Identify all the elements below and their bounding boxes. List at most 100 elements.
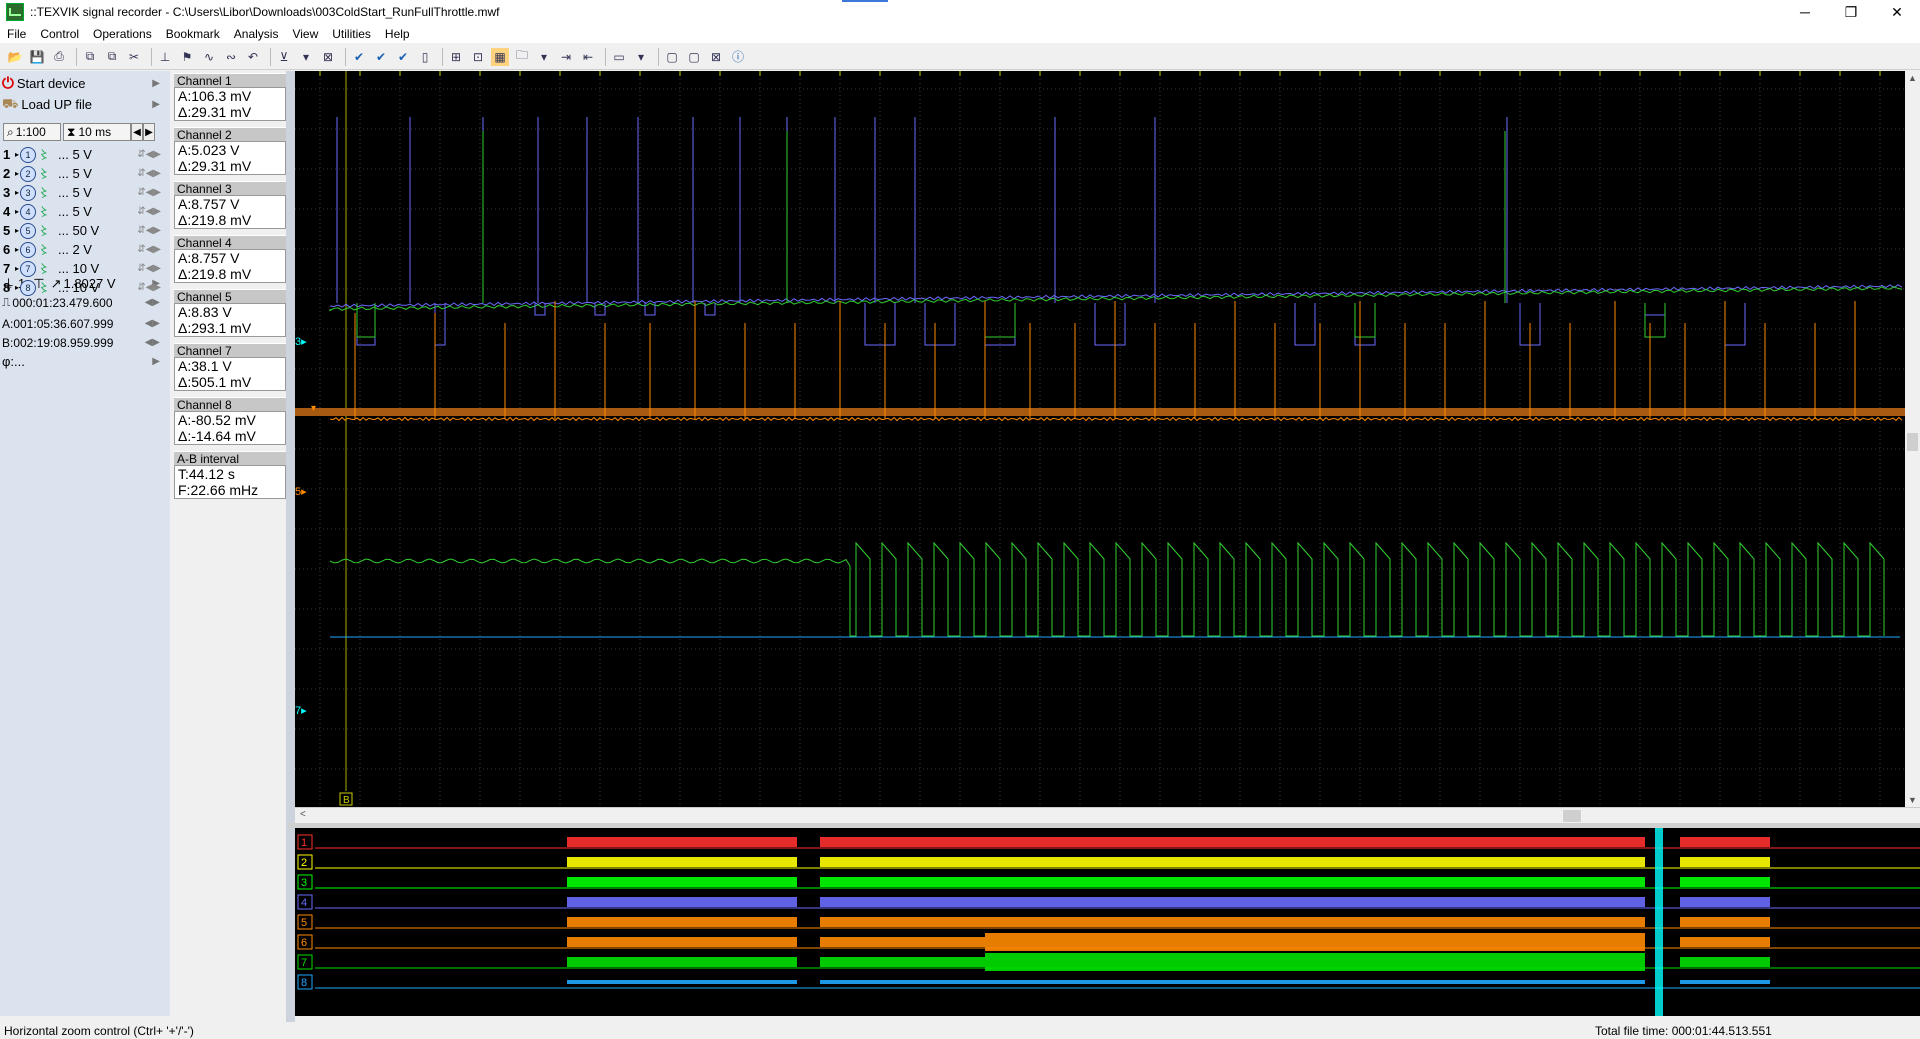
menu-utilities[interactable]: Utilities xyxy=(325,27,378,41)
nav-arrows-icon[interactable]: ⇵◀▶ xyxy=(137,206,161,217)
vertical-scrollbar[interactable]: ▲ ▼ xyxy=(1905,71,1920,807)
channel-row-1[interactable]: 1 ▸ 1 〻... 5 V ⇵◀▶ xyxy=(3,144,167,165)
coupling-icon[interactable]: 〻 xyxy=(38,184,52,201)
channel-row-2[interactable]: 2 ▸ 2 〻... 5 V ⇵◀▶ xyxy=(3,163,167,184)
channel-header[interactable]: Channel 2 xyxy=(174,127,286,142)
scroll-left-icon[interactable]: < xyxy=(300,809,306,820)
start-device-button[interactable]: ⏻ Start device ▶ xyxy=(2,73,166,94)
coupling-icon[interactable]: 〻 xyxy=(38,260,52,277)
panel-splitter[interactable] xyxy=(286,71,295,1022)
channel-enable-icon[interactable]: 3 xyxy=(20,184,37,201)
overview-display[interactable]: 1 2 3 4 5 6 7 8 xyxy=(295,828,1920,1016)
nav-arrows-icon[interactable]: ⇵◀▶ xyxy=(137,149,161,160)
channel-row-6[interactable]: 6 ▸ 6 〻... 2 V ⇵◀▶ xyxy=(3,239,167,260)
marker-icon[interactable]: ⚑ xyxy=(178,48,196,66)
menu-operations[interactable]: Operations xyxy=(86,27,159,41)
cursor-b-row[interactable]: B:002:19:08.959.999 ◀▶ xyxy=(2,332,166,353)
channel-row-4[interactable]: 4 ▸ 4 〻... 5 V ⇵◀▶ xyxy=(3,201,167,222)
zoom-area-icon[interactable]: ⊡ xyxy=(469,48,487,66)
menu-analysis[interactable]: Analysis xyxy=(227,27,286,41)
channel-enable-icon[interactable]: 4 xyxy=(20,203,37,220)
channel-header[interactable]: Channel 5 xyxy=(174,289,286,304)
check-icon[interactable]: ✔ xyxy=(350,48,368,66)
paste-icon[interactable]: ⧉ xyxy=(103,48,121,66)
channel-header[interactable]: Channel 4 xyxy=(174,235,286,250)
channel-row-3[interactable]: 3 ▸ 3 〻... 5 V ⇵◀▶ xyxy=(3,182,167,203)
channel-range[interactable]: ... 50 V xyxy=(58,223,138,238)
display-icon[interactable]: ▭ xyxy=(610,48,628,66)
copy-icon[interactable]: ⧉ xyxy=(81,48,99,66)
coupling-icon[interactable]: 〻 xyxy=(38,222,52,239)
load-up-file-button[interactable]: ⛟ Load UP file ▶ xyxy=(2,94,166,115)
channel-row-5[interactable]: 5 ▸ 5 〻... 50 V ⇵◀▶ xyxy=(3,220,167,241)
delete-icon[interactable]: ⊠ xyxy=(319,48,337,66)
waveform-plot[interactable]: B 3▸ 5▸ 7▸ ▾ xyxy=(295,71,1905,807)
wave-icon[interactable]: ∿ xyxy=(200,48,218,66)
menu-control[interactable]: Control xyxy=(33,27,86,41)
scroll-down-icon[interactable]: ▼ xyxy=(1908,795,1917,805)
dropdown-icon[interactable]: ▾ xyxy=(297,48,315,66)
nav-arrows-icon[interactable]: ⇵◀▶ xyxy=(137,282,161,293)
panel2-icon[interactable]: ▢ xyxy=(685,48,703,66)
minimize-button[interactable]: ─ xyxy=(1782,0,1828,24)
coupling-icon[interactable]: 〻 xyxy=(38,279,52,296)
scroll-up-icon[interactable]: ▲ xyxy=(1908,73,1917,83)
menu-bookmark[interactable]: Bookmark xyxy=(159,27,227,41)
menu-view[interactable]: View xyxy=(285,27,325,41)
channel-enable-icon[interactable]: 7 xyxy=(20,260,37,277)
grid-icon[interactable]: ▦ xyxy=(491,47,509,66)
channel-enable-icon[interactable]: 5 xyxy=(20,222,37,239)
vertical-scroll-thumb[interactable] xyxy=(1907,433,1918,451)
help-icon[interactable]: ⓘ xyxy=(729,48,747,66)
zoom-left-button[interactable]: ◀ xyxy=(131,123,143,141)
channel-header[interactable]: Channel 3 xyxy=(174,181,286,196)
dropdown-icon[interactable]: ▾ xyxy=(632,48,650,66)
time-div-field[interactable]: ⧗ 10 ms xyxy=(63,123,131,141)
overview-plot[interactable]: 1 2 3 4 5 6 7 8 xyxy=(295,828,1920,1016)
channel-row-8[interactable]: 8 ▸ 8 〻... 10 V ⇵◀▶ xyxy=(3,277,167,298)
filter-icon[interactable]: ⊻ xyxy=(275,48,293,66)
channel-range[interactable]: ... 5 V xyxy=(58,147,138,162)
wave2-icon[interactable]: ∾ xyxy=(222,48,240,66)
panel1-icon[interactable]: ▢ xyxy=(663,48,681,66)
save-icon[interactable]: 💾 xyxy=(28,48,46,66)
horizontal-scrollbar[interactable]: < xyxy=(295,807,1920,824)
cut-icon[interactable]: ✂ xyxy=(125,48,143,66)
maximize-button[interactable]: ❐ xyxy=(1828,0,1874,24)
align2-icon[interactable]: ⇤ xyxy=(579,48,597,66)
panel3-icon[interactable]: ⊠ xyxy=(707,48,725,66)
zoom-right-button[interactable]: ▶ xyxy=(143,123,155,141)
cursor-a-row[interactable]: A:001:05:36.607.999 ◀▶ xyxy=(2,313,166,334)
channel-row-7[interactable]: 7 ▸ 7 〻... 10 V ⇵◀▶ xyxy=(3,258,167,279)
channel-enable-icon[interactable]: 2 xyxy=(20,165,37,182)
phi-row[interactable]: φ:... ▶ xyxy=(2,351,166,372)
horizontal-scroll-thumb[interactable] xyxy=(1563,810,1581,822)
open-icon[interactable]: 📂 xyxy=(6,48,24,66)
zoom-ratio-field[interactable]: ⌕ 1:100 xyxy=(3,123,61,141)
nav-arrows-icon[interactable]: ⇵◀▶ xyxy=(137,225,161,236)
channel-range[interactable]: ... 10 V xyxy=(58,280,138,295)
channel-enable-icon[interactable]: 1 xyxy=(20,146,37,163)
dropdown-icon[interactable]: ▾ xyxy=(535,48,553,66)
channel-enable-icon[interactable]: 8 xyxy=(20,279,37,296)
folder-icon[interactable]: 🗀 xyxy=(513,48,531,66)
zoom-fit-icon[interactable]: ⊞ xyxy=(447,48,465,66)
coupling-icon[interactable]: 〻 xyxy=(38,241,52,258)
channel-range[interactable]: ... 10 V xyxy=(58,261,138,276)
channel-enable-icon[interactable]: 6 xyxy=(20,241,37,258)
oscilloscope-display[interactable]: B 3▸ 5▸ 7▸ ▾ xyxy=(295,71,1905,807)
channel-range[interactable]: ... 5 V xyxy=(58,185,138,200)
menu-help[interactable]: Help xyxy=(378,27,417,41)
channel-range[interactable]: ... 5 V xyxy=(58,204,138,219)
page-icon[interactable]: ▯ xyxy=(416,48,434,66)
undo-icon[interactable]: ↶ xyxy=(244,48,262,66)
channel-header[interactable]: Channel 7 xyxy=(174,343,286,358)
coupling-icon[interactable]: 〻 xyxy=(38,165,52,182)
align-icon[interactable]: ⇥ xyxy=(557,48,575,66)
check2-icon[interactable]: ✔ xyxy=(372,48,390,66)
coupling-icon[interactable]: 〻 xyxy=(38,146,52,163)
channel-range[interactable]: ... 5 V xyxy=(58,166,138,181)
print-icon[interactable]: ⎙ xyxy=(50,48,68,66)
channel-range[interactable]: ... 2 V xyxy=(58,242,138,257)
nav-arrows-icon[interactable]: ⇵◀▶ xyxy=(137,187,161,198)
